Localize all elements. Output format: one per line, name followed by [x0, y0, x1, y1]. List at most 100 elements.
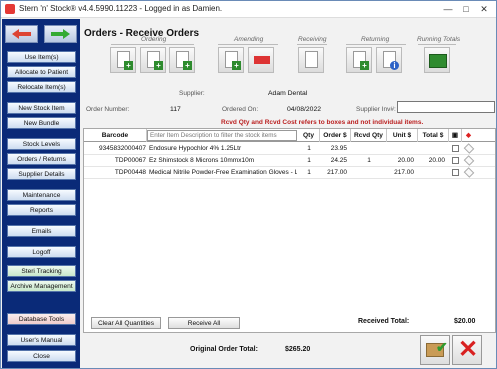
supplier-details-button[interactable]: Supplier Details — [7, 168, 76, 180]
receiving-group-label: Receiving — [298, 36, 327, 43]
database-tools-button[interactable]: Database Tools — [7, 313, 76, 325]
app-window: Stern 'n' Stock® v4.4.5990.11223 - Logge… — [0, 0, 497, 369]
barcode-cell: TDP00448 — [114, 169, 146, 176]
unit-cost-cell[interactable]: 20.00 — [387, 155, 414, 167]
tag-icon[interactable] — [463, 167, 475, 178]
maximize-button[interactable]: □ — [459, 3, 473, 15]
running-totals-group-label: Running Totals — [417, 36, 461, 43]
barcode-column-header: Barcode — [84, 129, 147, 142]
row-checkbox[interactable] — [452, 157, 459, 164]
qty-column-header: Qty — [298, 129, 320, 142]
allocate-to-patient-button[interactable]: Allocate to Patient — [7, 66, 76, 78]
new-order-button[interactable]: + — [110, 47, 136, 73]
table-row[interactable]: TDP00067 Ez Shimstock 8 Microns 10mmx10m… — [84, 155, 495, 167]
order-cost-column-header: Order $ — [320, 129, 351, 142]
supplier-invoice-input[interactable] — [397, 101, 495, 113]
received-qty-cell[interactable]: 1 — [351, 155, 387, 167]
return-order-button[interactable]: + — [346, 47, 372, 73]
confirm-receive-button[interactable]: ✔ — [420, 335, 450, 365]
original-order-total-value: $265.20 — [285, 346, 311, 353]
info-icon: i — [390, 61, 399, 70]
received-notice: Rcvd Qty and Rcvd Cost refers to boxes a… — [221, 119, 424, 126]
reports-button[interactable]: Reports — [7, 204, 76, 216]
cancel-order-button[interactable] — [248, 47, 274, 73]
maintenance-button[interactable]: Maintenance — [7, 189, 76, 201]
tag-icon[interactable] — [463, 155, 475, 166]
order-cost-cell: 24.25 — [330, 157, 347, 164]
unit-cost-column-header: Unit $ — [387, 129, 418, 142]
row-checkbox[interactable] — [452, 169, 459, 176]
emails-button[interactable]: Emails — [7, 225, 76, 237]
table-header: Barcode Enter Item Description to filter… — [84, 129, 495, 142]
new-stock-item-button[interactable]: New Stock Item — [7, 102, 76, 114]
edit-order-button[interactable]: + — [140, 47, 166, 73]
window-title: Stern 'n' Stock® v4.4.5990.11223 - Logge… — [19, 4, 223, 13]
checkmark-icon: ✔ — [436, 339, 448, 355]
archive-management-button[interactable]: Archive Management — [7, 280, 76, 292]
return-info-button[interactable]: i — [376, 47, 402, 73]
amending-divider — [218, 44, 278, 45]
plus-icon: + — [124, 61, 133, 70]
returning-divider — [346, 44, 406, 45]
description-filter-input[interactable]: Enter Item Description to filter the sto… — [147, 130, 297, 141]
row-checkbox[interactable] — [452, 145, 459, 152]
received-qty-cell[interactable] — [351, 143, 387, 155]
printer-icon: ▣ — [449, 129, 462, 142]
total-cost-column-header: Total $ — [418, 129, 449, 142]
received-qty-cell[interactable] — [351, 167, 387, 179]
logoff-button[interactable]: Logoff — [7, 246, 76, 258]
description-cell: Endosure Hypochlor 4% 1.25Ltr — [149, 145, 242, 152]
received-total-value: $20.00 — [454, 318, 476, 325]
running-totals-button[interactable] — [424, 47, 450, 73]
order-number-label: Order Number: — [86, 106, 130, 113]
minimize-button[interactable]: — — [441, 3, 455, 15]
tag-icon: ◆ — [465, 132, 472, 139]
relocate-items-button[interactable]: Relocate Item(s) — [7, 81, 76, 93]
plus-icon: + — [232, 61, 241, 70]
back-button[interactable] — [5, 25, 38, 43]
tag-icon[interactable] — [463, 143, 475, 154]
unit-cost-cell[interactable]: 217.00 — [387, 167, 414, 179]
clear-all-quantities-button[interactable]: Clear All Quantities — [91, 317, 161, 329]
ordered-on-value: 04/08/2022 — [287, 106, 322, 113]
receiving-divider — [297, 44, 327, 45]
original-order-total-label: Original Order Total: — [190, 346, 258, 353]
order-list-button[interactable]: + — [169, 47, 195, 73]
received-qty-column-header: Rcvd Qty — [351, 129, 387, 142]
total-cost-cell: 20.00 — [428, 157, 445, 164]
close-button[interactable]: Close — [7, 350, 76, 362]
users-manual-button[interactable]: User's Manual — [7, 334, 76, 346]
cancel-receive-button[interactable]: ✕ — [452, 335, 482, 365]
cancel-stamp-icon — [254, 56, 270, 64]
new-bundle-button[interactable]: New Bundle — [7, 117, 76, 129]
ordered-on-label: Ordered On: — [222, 106, 259, 113]
money-stack-icon — [429, 54, 447, 68]
right-arrow-icon — [51, 29, 70, 39]
table-row[interactable]: TDP00448 Medical Nitrile Powder-Free Exa… — [84, 167, 495, 179]
plus-icon: + — [183, 61, 192, 70]
steri-tracking-button[interactable]: Steri Tracking — [7, 265, 76, 277]
main-panel: Orders - Receive Orders Ordering Amendin… — [81, 19, 496, 368]
supplier-invoice-label: Supplier Inv#: — [356, 106, 396, 113]
sidebar: Use Item(s) Allocate to Patient Relocate… — [2, 19, 80, 368]
unit-cost-cell[interactable] — [387, 143, 414, 155]
use-items-button[interactable]: Use Item(s) — [7, 51, 76, 63]
qty-cell: 1 — [307, 145, 311, 152]
forward-button[interactable] — [44, 25, 77, 43]
clipboard-icon — [305, 51, 318, 68]
receive-all-button[interactable]: Receive All — [168, 317, 240, 329]
returning-group-label: Returning — [361, 36, 390, 43]
navigation-arrows — [5, 25, 77, 43]
qty-cell: 1 — [307, 169, 311, 176]
order-items-table: Barcode Enter Item Description to filter… — [83, 128, 496, 333]
table-row[interactable]: 9345832000407 Endosure Hypochlor 4% 1.25… — [84, 143, 495, 155]
stock-levels-button[interactable]: Stock Levels — [7, 138, 76, 150]
close-window-button[interactable]: ✕ — [477, 3, 491, 15]
amend-order-button[interactable]: + — [218, 47, 244, 73]
orders-returns-button[interactable]: Orders / Returns — [7, 153, 76, 165]
total-cost-cell — [418, 143, 445, 155]
receive-order-button[interactable] — [298, 47, 324, 73]
order-cost-cell: 217.00 — [327, 169, 347, 176]
received-total-label: Received Total: — [358, 318, 410, 325]
qty-cell: 1 — [307, 157, 311, 164]
